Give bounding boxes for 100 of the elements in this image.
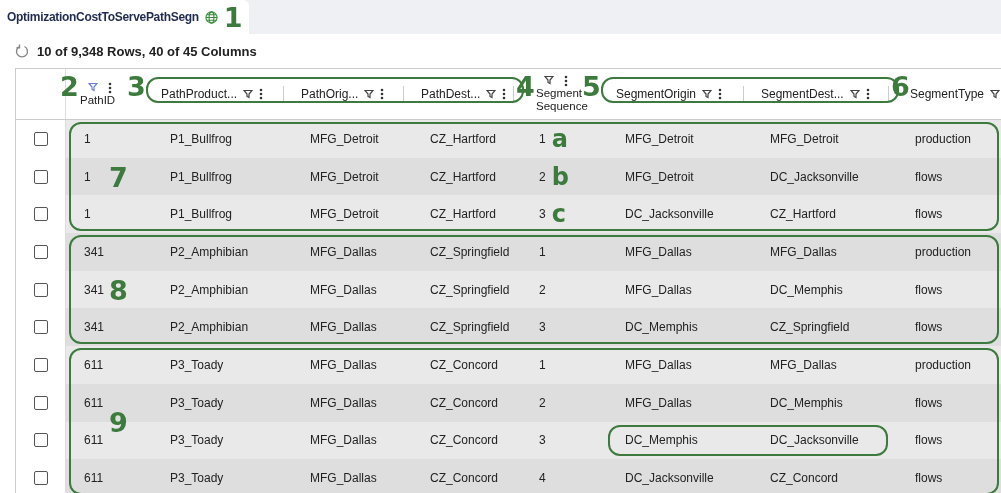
more-options-icon[interactable] — [718, 88, 723, 100]
callout-number: 3 — [127, 73, 146, 100]
table-cell: P2_Amphibian — [170, 282, 249, 297]
table-cell: DC_Jacksonville — [770, 169, 859, 184]
callout-number: 8 — [109, 276, 128, 304]
table-cell: flows — [915, 471, 943, 486]
more-options-icon[interactable] — [502, 88, 507, 100]
table-cell: DC_Memphis — [625, 320, 698, 335]
column-header[interactable]: SegmentOrigin — [616, 87, 697, 101]
table-cell: 3 — [539, 433, 546, 448]
table-cell: 341 — [84, 282, 105, 297]
filter-icon[interactable] — [990, 89, 1001, 99]
column-header[interactable]: SegmentDest... — [761, 87, 844, 101]
table-cell: flows — [915, 395, 943, 410]
row-checkbox[interactable] — [33, 471, 48, 486]
table-cell: DC_Memphis — [625, 433, 698, 448]
table-cell: MFG_Detroit — [625, 131, 694, 146]
table-cell: MFG_Dallas — [625, 244, 692, 259]
row-checkbox[interactable] — [33, 282, 48, 297]
table-cell: 4 — [539, 471, 546, 486]
table-cell: 611 — [84, 433, 104, 448]
filter-icon[interactable] — [702, 89, 713, 99]
table-cell: CZ_Concord — [430, 471, 499, 486]
table-cell: flows — [915, 282, 943, 297]
row-checkbox[interactable] — [33, 207, 48, 222]
table-cell: MFG_Dallas — [625, 357, 692, 372]
column-header[interactable]: PathDest... — [421, 87, 481, 101]
callout-letter: b — [551, 164, 569, 189]
table-cell: CZ_Hartford — [430, 207, 497, 222]
filter-icon[interactable] — [486, 89, 497, 99]
table-cell: P1_Bullfrog — [170, 169, 233, 184]
table-cell: P2_Amphibian — [170, 244, 249, 259]
table-cell: DC_Memphis — [770, 282, 843, 297]
table-cell: CZ_Concord — [430, 433, 499, 448]
table-cell: flows — [915, 169, 943, 184]
callout-number: 1 — [223, 3, 243, 31]
filter-icon[interactable] — [544, 75, 554, 85]
row-checkbox[interactable] — [33, 320, 48, 335]
document-tab[interactable]: OptimizationCostToServePathSegn 1 — [0, 0, 249, 34]
column-header[interactable]: SegmentType — [910, 87, 985, 101]
table-cell: 341 — [84, 320, 105, 335]
table-cell: DC_Memphis — [770, 395, 843, 410]
table-cell: MFG_Detroit — [625, 169, 694, 184]
table-cell: production — [915, 131, 972, 146]
filter-icon[interactable] — [364, 89, 375, 99]
table-cell: MFG_Dallas — [310, 320, 377, 335]
table-cell: CZ_Springfield — [770, 320, 850, 335]
callout-number: 7 — [109, 163, 128, 191]
table-cell: P3_Toady — [170, 395, 224, 410]
globe-icon — [204, 10, 218, 24]
table-cell: CZ_Springfield — [430, 282, 510, 297]
table-cell: P1_Bullfrog — [170, 207, 233, 222]
table-cell: 611 — [84, 395, 104, 410]
table-cell: 611 — [84, 357, 104, 372]
row-checkbox[interactable] — [33, 169, 48, 184]
table-cell: 611 — [84, 471, 104, 486]
table-cell: CZ_Hartford — [430, 131, 497, 146]
table-cell: MFG_Dallas — [310, 471, 377, 486]
refresh-icon[interactable] — [15, 44, 29, 58]
more-options-icon[interactable] — [259, 88, 264, 100]
table-cell: 2 — [539, 395, 546, 410]
row-checkbox[interactable] — [33, 395, 48, 410]
table-cell: production — [915, 244, 972, 259]
table-cell: 1 — [84, 207, 91, 222]
more-options-icon[interactable] — [865, 88, 870, 100]
table-cell: 2 — [539, 169, 546, 184]
table-cell: DC_Jacksonville — [625, 207, 714, 222]
column-header[interactable]: PathOrig... — [301, 87, 359, 101]
more-options-icon[interactable] — [108, 81, 112, 94]
table-cell: MFG_Detroit — [770, 131, 839, 146]
callout-number: 9 — [109, 408, 128, 435]
table-cell: MFG_Dallas — [625, 395, 692, 410]
table-cell: MFG_Dallas — [310, 357, 377, 372]
table-cell: P2_Amphibian — [170, 320, 249, 335]
table-cell: MFG_Dallas — [625, 282, 692, 297]
column-header[interactable]: PathProduct... — [161, 87, 238, 101]
table-cell: 1 — [539, 357, 546, 372]
table-cell: MFG_Dallas — [310, 433, 377, 448]
table-cell: 3 — [539, 207, 546, 222]
filter-icon[interactable] — [849, 89, 860, 99]
table-cell: CZ_Concord — [430, 395, 499, 410]
table-cell: P3_Toady — [170, 471, 224, 486]
row-checkbox[interactable] — [33, 244, 48, 259]
table-cell: 3 — [539, 320, 546, 335]
table-cell: flows — [915, 207, 943, 222]
table-cell: CZ_Concord — [770, 471, 839, 486]
callout-letter: a — [551, 126, 568, 151]
more-options-icon[interactable] — [380, 88, 385, 100]
table-cell: production — [915, 357, 972, 372]
row-checkbox[interactable] — [33, 433, 48, 448]
row-column-summary: 10 of 9,348 Rows, 40 of 45 Columns — [37, 43, 257, 59]
more-options-icon[interactable] — [564, 75, 568, 87]
table-cell: 1 — [539, 244, 546, 259]
table-cell: MFG_Detroit — [310, 207, 379, 222]
table-cell: flows — [915, 433, 943, 448]
row-checkbox[interactable] — [33, 357, 48, 372]
filter-icon[interactable] — [243, 89, 254, 99]
table-cell: CZ_Hartford — [430, 169, 497, 184]
table-cell: CZ_Concord — [430, 357, 499, 372]
row-checkbox[interactable] — [33, 131, 48, 146]
